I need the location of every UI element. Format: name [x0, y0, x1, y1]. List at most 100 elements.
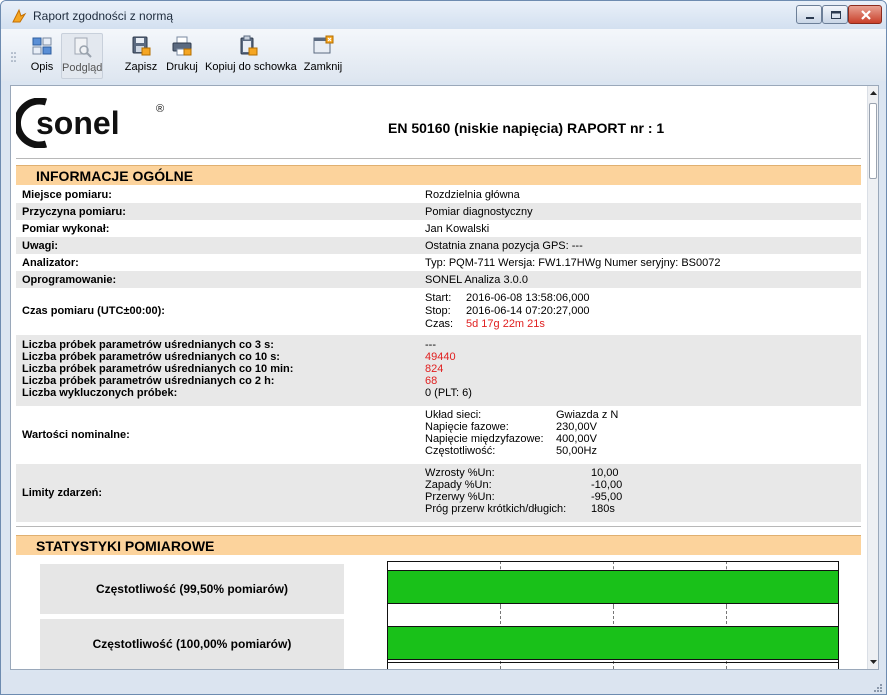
clipboard-copy-icon	[240, 35, 258, 56]
event-limits-row: Limity zdarzeń: Wzrosty %Un: 10,00 Zapad…	[16, 464, 861, 522]
table-row: Przyczyna pomiaru: Pomiar diagnostyczny	[16, 203, 861, 220]
limit-key: Próg przerw krótkich/długich:	[425, 503, 567, 515]
podglad-label: Podgląd	[62, 62, 103, 74]
row-label: Analizator:	[22, 257, 79, 269]
stat-label: Częstotliwość (99,50% pomiarów)	[40, 564, 344, 614]
opis-button[interactable]: Opis	[25, 33, 59, 79]
scroll-up-icon[interactable]	[868, 86, 879, 101]
nominal-key: Napięcie fazowe:	[425, 421, 509, 433]
print-icon	[172, 36, 192, 56]
row-label: Wartości nominalne:	[22, 429, 130, 441]
zapisz-button[interactable]: Zapisz	[123, 33, 159, 79]
drukuj-label: Drukuj	[166, 61, 198, 73]
scroll-down-icon[interactable]	[868, 654, 879, 669]
sample-value: ---	[425, 339, 436, 351]
limit-key: Wzrosty %Un:	[425, 467, 495, 479]
row-value: Rozdzielnia główna	[425, 189, 520, 201]
row-value: Pomiar diagnostyczny	[425, 206, 533, 218]
minimize-icon	[806, 17, 814, 19]
sonel-logo: sonel ®	[13, 97, 186, 149]
start-value: 2016-06-08 13:58:06,000	[466, 292, 590, 304]
toolbar: Opis Podgląd Zapisz Drukuj Kopiuj do sch…	[1, 29, 886, 81]
divider	[16, 526, 861, 527]
scrollbar-thumb[interactable]	[869, 103, 877, 179]
table-row: Uwagi: Ostatnia znana pozycja GPS: ---	[16, 237, 861, 254]
table-row: Analizator: Typ: PQM-711 Wersja: FW1.17H…	[16, 254, 861, 271]
row-label: Miejsce pomiaru:	[22, 189, 112, 201]
limit-value: -95,00	[591, 491, 623, 503]
duration-value: 5d 17g 22m 21s	[466, 318, 545, 330]
stop-label: Stop:	[425, 305, 451, 317]
row-label: Uwagi:	[22, 240, 59, 252]
podglad-button[interactable]: Podgląd	[61, 33, 103, 79]
nominal-value: 400,00V	[556, 433, 597, 445]
status-bar	[1, 672, 886, 694]
stat-bar	[387, 626, 839, 660]
section-general-title: INFORMACJE OGÓLNE	[36, 168, 194, 184]
stat-label: Częstotliwość (100,00% pomiarów)	[40, 619, 344, 669]
limit-key: Przerwy %Un:	[425, 491, 495, 503]
sample-label: Liczba próbek parametrów uśrednianych co…	[22, 339, 274, 351]
window-title: Raport zgodności z normą	[33, 9, 174, 23]
logo-text: sonel	[36, 105, 120, 141]
close-report-icon	[313, 35, 334, 54]
sonel-logo-graphic: sonel ®	[13, 97, 164, 149]
row-label: Czas pomiaru (UTC±00:00):	[22, 305, 165, 317]
close-button[interactable]	[848, 5, 882, 24]
nominal-value: Gwiazda z N	[556, 409, 619, 421]
nominal-values-row: Wartości nominalne: Układ sieci: Gwiazda…	[16, 406, 861, 464]
preview-icon	[74, 37, 92, 58]
zamknij-button[interactable]: Zamknij	[301, 33, 345, 79]
sample-value: 49440	[425, 351, 456, 363]
report-viewer[interactable]: sonel ® EN 50160 (niskie napięcia) RAPOR…	[10, 85, 879, 670]
limit-value: 10,00	[591, 467, 619, 479]
sample-value: 68	[425, 375, 438, 387]
sample-label: Liczba próbek parametrów uśrednianych co…	[22, 351, 280, 363]
row-label: Limity zdarzeń:	[22, 487, 103, 499]
report-title: EN 50160 (niskie napięcia) RAPORT nr : 1	[388, 120, 665, 136]
row-label: Oprogramowanie:	[22, 274, 117, 286]
kopiuj-button[interactable]: Kopiuj do schowka	[205, 33, 297, 79]
vertical-scrollbar[interactable]	[867, 86, 878, 669]
nominal-value: 230,00V	[556, 421, 597, 433]
nominal-key: Napięcie międzyfazowe:	[425, 433, 544, 445]
start-label: Start:	[425, 292, 452, 304]
stop-value: 2016-06-14 07:20:27,000	[466, 305, 590, 317]
drukuj-button[interactable]: Drukuj	[163, 33, 201, 79]
nominal-key: Częstotliwość:	[425, 445, 496, 457]
table-row: Miejsce pomiaru: Rozdzielnia główna	[16, 186, 861, 203]
close-icon	[861, 10, 871, 20]
app-icon	[12, 8, 27, 23]
nominal-value: 50,00Hz	[556, 445, 597, 457]
row-value: Jan Kowalski	[425, 223, 490, 235]
row-value: Typ: PQM-711 Wersja: FW1.17HWg Numer ser…	[425, 257, 721, 269]
row-label: Pomiar wykonał:	[22, 223, 110, 235]
table-row: Oprogramowanie: SONEL Analiza 3.0.0	[16, 271, 861, 288]
maximize-button[interactable]	[822, 5, 848, 24]
section-stats-header: STATYSTYKI POMIAROWE	[16, 535, 861, 555]
save-icon	[132, 36, 151, 56]
scale-top-line	[388, 561, 838, 562]
zamknij-label: Zamknij	[303, 61, 343, 73]
section-stats-title: STATYSTYKI POMIAROWE	[36, 538, 215, 554]
toolbar-grip-icon[interactable]	[11, 51, 17, 63]
zapisz-label: Zapisz	[124, 61, 158, 73]
table-row: Pomiar wykonał: Jan Kowalski	[16, 220, 861, 237]
resize-grip-icon[interactable]	[874, 684, 882, 692]
sample-label: Liczba wykluczonych próbek:	[22, 387, 178, 399]
sample-value: 0 (PLT: 6)	[425, 387, 472, 399]
opis-label: Opis	[30, 61, 54, 73]
sample-counts-row: Liczba próbek parametrów uśrednianych co…	[16, 335, 861, 406]
divider	[16, 158, 861, 159]
row-label: Przyczyna pomiaru:	[22, 206, 126, 218]
sample-value: 824	[425, 363, 444, 375]
minimize-button[interactable]	[796, 5, 822, 24]
measurement-time-row: Czas pomiaru (UTC±00:00): Start: 2016-06…	[16, 288, 861, 335]
title-bar[interactable]: Raport zgodności z normą	[1, 1, 886, 29]
row-value: SONEL Analiza 3.0.0	[425, 274, 528, 286]
maximize-icon	[831, 11, 841, 19]
report-window: Raport zgodności z normą Opis Podgląd Za…	[0, 0, 887, 695]
sample-label: Liczba próbek parametrów uśrednianych co…	[22, 363, 294, 375]
kopiuj-label: Kopiuj do schowka	[205, 61, 297, 73]
nominal-key: Układ sieci:	[425, 409, 482, 421]
